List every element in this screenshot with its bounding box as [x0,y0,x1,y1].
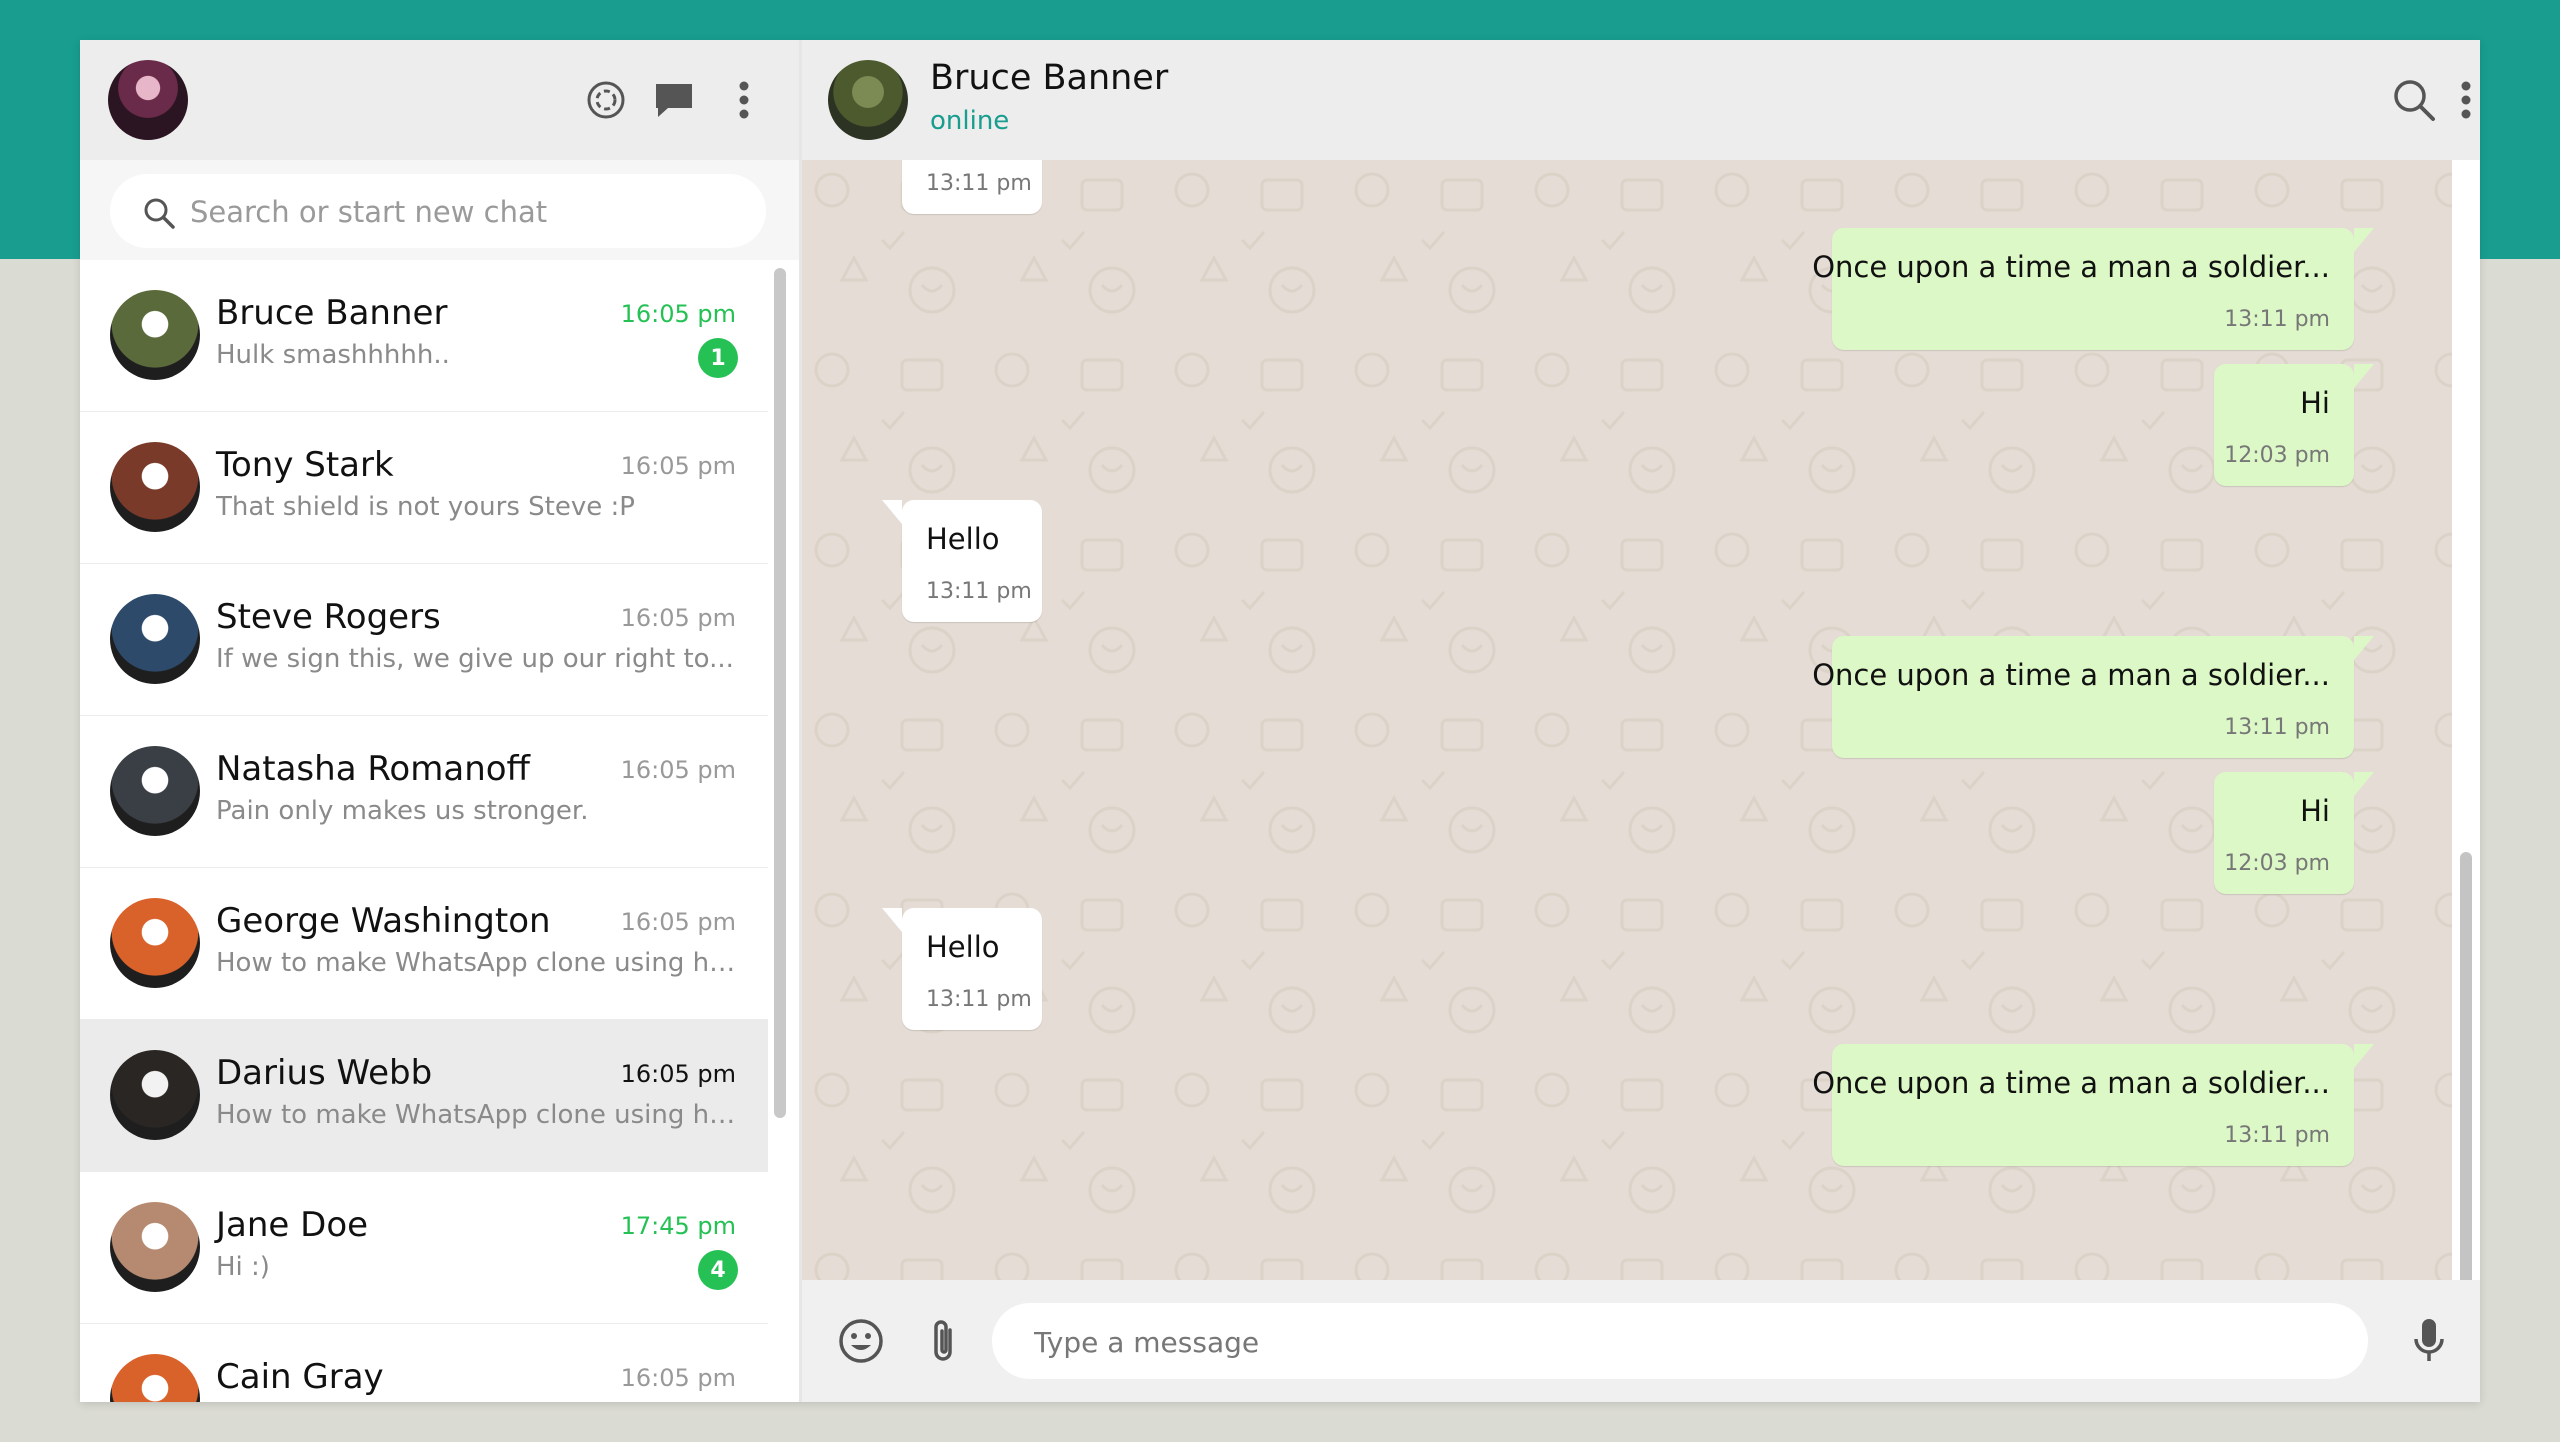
chat-time: 16:05 pm [620,756,736,784]
new-chat-icon[interactable] [650,76,698,124]
more-options-icon[interactable] [2442,76,2480,124]
chat-name: Tony Stark [216,445,394,485]
status-icon[interactable] [582,76,630,124]
incoming-message[interactable]: Hello 13:11 pm [882,500,1042,622]
message-input[interactable] [1032,1319,2336,1365]
woman-avatar [110,1202,200,1292]
sidebar-header [80,40,799,160]
chat-item[interactable]: Darius Webb How to make WhatsApp clone us… [80,1020,768,1173]
message-time: 13:11 pm [2224,307,2330,332]
chat-time: 16:05 pm [620,300,736,328]
menu-icon[interactable] [720,76,768,124]
bubble-tail [882,500,902,524]
sunset-avatar [110,1354,200,1402]
black-widow-avatar [110,746,200,836]
message-time: 13:11 pm [926,987,1032,1012]
search-icon [144,198,175,229]
man-avatar [110,1050,200,1140]
message-text: Hi [2300,386,2330,420]
bubble-tail [2354,772,2374,796]
chat-time: 16:05 pm [620,604,736,632]
message-text: Hello [926,522,1000,556]
chat-preview: How to make WhatsApp clone using html ..… [216,1100,736,1130]
chat-time: 17:45 pm [620,1212,736,1240]
chat-list: Bruce Banner Hulk smashhhhh.. 16:05 pm 1 Ton… [80,260,768,1402]
hulk-avatar [110,290,200,380]
chat-preview: Hi :) [216,1252,270,1282]
chat-item[interactable]: Cain Gray 16:05 pm [80,1324,768,1402]
chat-name: Natasha Romanoff [216,749,530,789]
message-area: 13:11 pm Once upon a time a man a soldier… [802,160,2452,1280]
profile-avatar[interactable] [108,60,188,140]
iron-man-avatar [110,442,200,532]
message-time: 12:03 pm [2224,851,2330,876]
conversation-panel: Bruce Banner online 13:11 pm Once upon a… [802,40,2480,1402]
chat-name: Jane Doe [216,1205,369,1245]
outgoing-message[interactable]: Hi 12:03 pm [2214,364,2374,486]
microphone-icon[interactable] [2402,1314,2456,1368]
message-text: Once upon a time a man a soldier... [1812,1066,2330,1100]
chat-preview: That shield is not yours Steve :P [216,492,635,522]
bubble-tail [2354,228,2374,252]
sunset-avatar [110,898,200,988]
search-icon[interactable] [2390,76,2438,124]
incoming-message[interactable]: Hello 13:11 pm [882,908,1042,1030]
unread-badge: 4 [698,1250,738,1290]
chat-item[interactable]: Jane Doe Hi :) 17:45 pm 4 [80,1172,768,1325]
chat-name: Darius Webb [216,1053,433,1093]
bubble-tail [2354,364,2374,388]
message-text: Once upon a time a man a soldier... [1812,658,2330,692]
message-time: 13:11 pm [2224,715,2330,740]
chat-name: Bruce Banner [216,293,448,333]
chat-name: George Washington [216,901,551,941]
chat-item[interactable]: Natasha Romanoff Pain only makes us stron… [80,716,768,869]
attach-icon[interactable] [916,1314,970,1368]
whatsapp-window: Bruce Banner Hulk smashhhhh.. 16:05 pm 1 Ton… [80,40,2480,1402]
chat-name: Steve Rogers [216,597,441,637]
chat-preview: Pain only makes us stronger. [216,796,589,826]
bubble-tail [2354,1044,2374,1068]
chat-preview: How to make WhatsApp clone using html ..… [216,948,736,978]
bubble-tail [882,908,902,932]
message-time: 13:11 pm [2224,1123,2330,1148]
contact-status: online [930,106,1010,136]
message-text: Once upon a time a man a soldier... [1812,250,2330,284]
conversation-header: Bruce Banner online [802,40,2480,160]
contact-avatar[interactable] [828,60,908,140]
search-bar [80,160,799,260]
chat-time: 16:05 pm [620,908,736,936]
bubble-tail [2354,636,2374,660]
chat-preview: If we sign this, we give up our right to… [216,644,734,674]
chat-preview: Hulk smashhhhh.. [216,340,450,370]
chat-time: 16:05 pm [620,452,736,480]
emoji-icon[interactable] [834,1314,888,1368]
sidebar-scrollbar[interactable] [774,268,786,1118]
message-time: 12:03 pm [2224,443,2330,468]
message-time: 13:11 pm [926,579,1032,604]
message-input-box [992,1303,2368,1379]
chat-item[interactable]: Tony Stark That shield is not yours Steve… [80,412,768,565]
chat-item[interactable]: Bruce Banner Hulk smashhhhh.. 16:05 pm 1 [80,260,768,413]
message-text: Hi [2300,794,2330,828]
message-text: Hello [926,930,1000,964]
composer [802,1280,2480,1402]
contact-name[interactable]: Bruce Banner [930,58,1168,98]
outgoing-message[interactable]: Once upon a time a man a soldier... 13:11… [1812,1044,2374,1166]
search-input[interactable] [188,188,732,236]
chat-name: Cain Gray [216,1357,384,1397]
incoming-message[interactable]: 13:11 pm [902,160,1042,214]
chat-item[interactable]: Steve Rogers If we sign this, we give up … [80,564,768,717]
outgoing-message[interactable]: Hi 12:03 pm [2214,772,2374,894]
search-box [110,174,766,248]
message-scrollbar[interactable] [2460,852,2472,1318]
outgoing-message[interactable]: Once upon a time a man a soldier... 13:11… [1812,228,2374,350]
outgoing-message[interactable]: Once upon a time a man a soldier... 13:11… [1812,636,2374,758]
chat-time: 16:05 pm [620,1364,736,1392]
captain-america-avatar [110,594,200,684]
chat-item[interactable]: George Washington How to make WhatsApp cl… [80,868,768,1021]
unread-badge: 1 [698,338,738,378]
message-time: 13:11 pm [926,171,1032,196]
sidebar: Bruce Banner Hulk smashhhhh.. 16:05 pm 1 Ton… [80,40,802,1402]
chat-time: 16:05 pm [620,1060,736,1088]
